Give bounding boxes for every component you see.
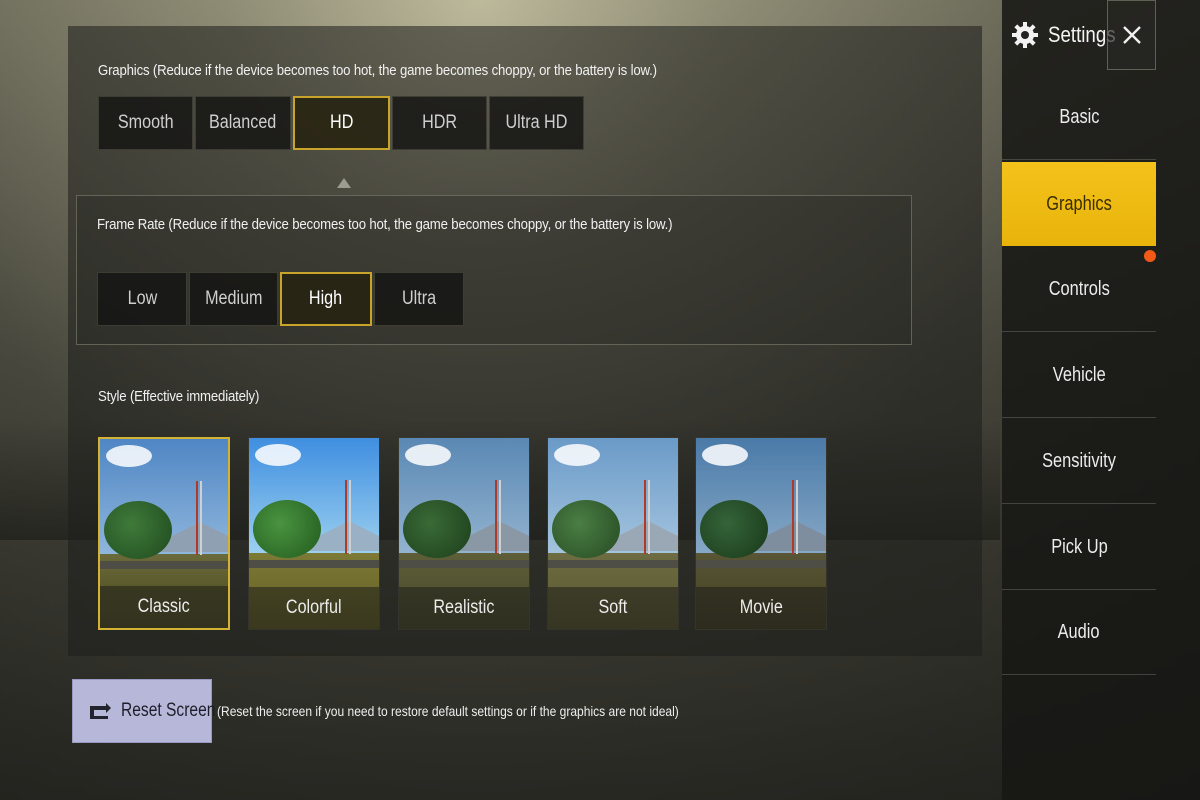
- style-card-label-bar: Movie: [696, 587, 826, 629]
- style-card-label: Movie: [739, 597, 783, 618]
- frame-rate-option-label: Ultra: [401, 288, 437, 309]
- style-card-label: Realistic: [433, 597, 495, 618]
- sidebar-item-label: Graphics: [1046, 192, 1112, 215]
- cloud: [405, 444, 451, 466]
- style-card-label-bar: Soft: [548, 587, 678, 629]
- cloud: [255, 444, 301, 466]
- style-card-colorful[interactable]: Colorful: [248, 437, 380, 630]
- sidebar-item-label: Audio: [1058, 621, 1100, 643]
- tree: [104, 501, 172, 559]
- sidebar-item-controls[interactable]: Controls: [1002, 248, 1156, 332]
- sidebar-item-label: Pick Up: [1050, 536, 1108, 558]
- style-card-label: Soft: [598, 597, 628, 618]
- gear-icon: [1010, 20, 1040, 50]
- sidebar-item-audio[interactable]: Audio: [1002, 591, 1156, 675]
- graphics-option-label: HDR: [421, 112, 457, 133]
- graphics-option-ultra-hd[interactable]: Ultra HD: [489, 96, 584, 150]
- frame-rate-options: Low Medium High Ultra: [97, 272, 466, 326]
- reset-note: (Reset the screen if you need to restore…: [217, 703, 679, 719]
- graphics-option-label: HD: [329, 112, 354, 133]
- style-card-label: Colorful: [286, 597, 342, 618]
- tree: [552, 500, 620, 558]
- graphics-option-hdr[interactable]: HDR: [392, 96, 487, 150]
- graphics-option-label: Ultra HD: [505, 112, 568, 133]
- style-card-label-bar: Classic: [100, 586, 228, 628]
- close-button[interactable]: [1107, 0, 1156, 70]
- frame-rate-option-label: High: [309, 288, 343, 309]
- frame-rate-option-high[interactable]: High: [280, 272, 372, 326]
- radio-tower: [345, 480, 351, 554]
- style-label: Style (Effective immediately): [98, 388, 260, 405]
- style-card-label-bar: Realistic: [399, 587, 529, 629]
- road: [548, 560, 678, 568]
- reset-icon: [87, 700, 113, 722]
- sidebar-item-label: Vehicle: [1052, 364, 1106, 386]
- style-card-classic[interactable]: Classic: [98, 437, 230, 630]
- graphics-option-hd[interactable]: HD: [293, 96, 390, 150]
- tree: [403, 500, 471, 558]
- graphics-option-label: Smooth: [117, 112, 174, 133]
- style-card-label: Classic: [137, 596, 191, 617]
- tree: [700, 500, 768, 558]
- radio-tower: [196, 481, 202, 555]
- graphics-option-label: Balanced: [209, 112, 277, 133]
- graphics-option-smooth[interactable]: Smooth: [98, 96, 193, 150]
- cloud: [106, 445, 152, 467]
- road: [696, 560, 826, 568]
- sidebar-item-basic[interactable]: Basic: [1002, 76, 1156, 160]
- graphics-option-balanced[interactable]: Balanced: [195, 96, 291, 150]
- close-icon: [1121, 24, 1143, 46]
- radio-tower: [495, 480, 501, 554]
- frame-rate-option-label: Low: [127, 288, 157, 309]
- sidebar-title: Settings: [1048, 22, 1116, 47]
- frame-rate-label: Frame Rate (Reduce if the device becomes…: [97, 216, 673, 233]
- road: [249, 560, 379, 568]
- road: [100, 561, 228, 569]
- sidebar-item-label: Basic: [1058, 106, 1100, 128]
- sidebar-item-graphics[interactable]: Graphics: [1002, 162, 1156, 246]
- reset-screen-label: Reset Screen: [121, 700, 216, 721]
- graphics-options: Smooth Balanced HD HDR Ultra HD: [98, 96, 586, 150]
- sidebar-item-label: Sensitivity: [1042, 450, 1116, 472]
- frame-rate-option-medium[interactable]: Medium: [189, 272, 278, 326]
- radio-tower: [792, 480, 798, 554]
- reset-screen-button[interactable]: Reset Screen: [72, 679, 216, 743]
- graphics-label: Graphics (Reduce if the device becomes t…: [98, 62, 657, 79]
- road: [399, 560, 529, 568]
- tree: [253, 500, 321, 558]
- cloud: [702, 444, 748, 466]
- style-card-soft[interactable]: Soft: [547, 437, 679, 630]
- cloud: [554, 444, 600, 466]
- caret-indicator: [337, 178, 351, 188]
- sidebar-item-label: Controls: [1048, 278, 1110, 300]
- sidebar-item-sensitivity[interactable]: Sensitivity: [1002, 420, 1156, 504]
- frame-rate-option-low[interactable]: Low: [97, 272, 187, 326]
- style-card-movie[interactable]: Movie: [695, 437, 827, 630]
- style-card-label-bar: Colorful: [249, 587, 379, 629]
- style-card-realistic[interactable]: Realistic: [398, 437, 530, 630]
- sidebar-item-vehicle[interactable]: Vehicle: [1002, 334, 1156, 418]
- sidebar-item-pick-up[interactable]: Pick Up: [1002, 506, 1156, 590]
- radio-tower: [644, 480, 650, 554]
- frame-rate-option-ultra[interactable]: Ultra: [374, 272, 464, 326]
- frame-rate-option-label: Medium: [204, 288, 263, 309]
